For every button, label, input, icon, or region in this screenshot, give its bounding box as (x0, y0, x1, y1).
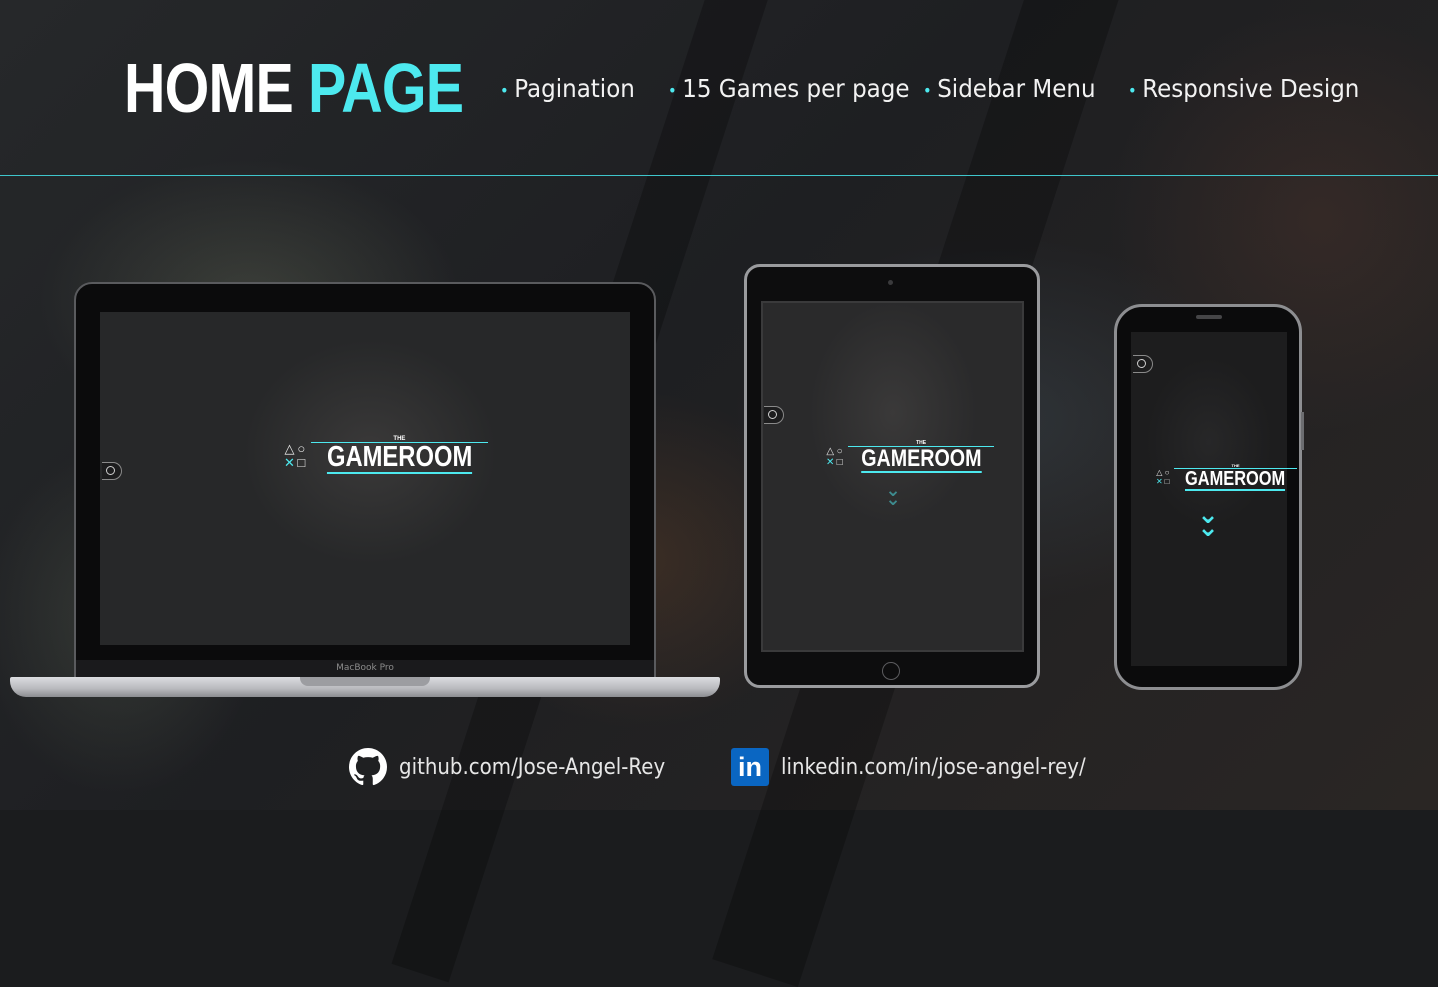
chevron-down-icon[interactable]: ⌄ ⌄ (880, 481, 906, 508)
feature-pagination: • Pagination (500, 74, 635, 103)
title-page: PAGE (308, 49, 464, 127)
logo-name: GAMEROOM (326, 441, 473, 474)
phone-speaker (1196, 315, 1222, 319)
github-url: github.com/Jose-Angel-Rey (399, 754, 666, 780)
laptop-brand-label: MacBook Pro (336, 663, 394, 673)
bullet-icon: • (668, 80, 677, 100)
chevron-down-icon[interactable]: ⌄ ⌄ (1193, 501, 1223, 540)
github-link[interactable]: github.com/Jose-Angel-Rey (349, 748, 695, 786)
tablet-screen (761, 301, 1024, 652)
feature-sidebar-menu: • Sidebar Menu (923, 74, 1096, 103)
logo-name: GAMEROOM (860, 445, 982, 473)
gameroom-logo: △ ○ ✕ □ THE GAMEROOM (826, 441, 995, 473)
gameroom-logo: △ ○ ✕ □ THE GAMEROOM (284, 436, 489, 474)
menu-toggle-icon[interactable] (102, 462, 122, 480)
linkedin-icon: in (731, 748, 769, 786)
playstation-shapes-icon: △ ○ ✕ □ (1156, 468, 1170, 486)
logo-name: GAMEROOM (1185, 468, 1286, 491)
linkedin-link[interactable]: in linkedin.com/in/jose-angel-rey/ (731, 748, 1120, 786)
linkedin-url: linkedin.com/in/jose-angel-rey/ (781, 754, 1086, 780)
tablet-camera (888, 280, 893, 285)
feature-games-per-page: • 15 Games per page (668, 74, 910, 103)
playstation-shapes-icon: △ ○ ✕ □ (826, 445, 843, 468)
page-title: HOME PAGE (124, 46, 464, 130)
phone-side-button (1301, 412, 1304, 450)
feature-responsive-design: • Responsive Design (1128, 74, 1360, 103)
menu-toggle-icon[interactable] (1133, 355, 1153, 373)
laptop-screen (100, 312, 630, 645)
tablet-home-button (882, 662, 900, 680)
header-divider (0, 175, 1438, 176)
laptop-notch (300, 677, 430, 686)
gameroom-logo: △ ○ ✕ □ THE GAMEROOM (1156, 464, 1297, 491)
playstation-shapes-icon: △ ○ ✕ □ (284, 440, 306, 470)
github-icon (349, 748, 387, 786)
bullet-icon: • (500, 80, 509, 100)
title-home: HOME (124, 49, 294, 127)
bullet-icon: • (923, 80, 932, 100)
menu-toggle-icon[interactable] (764, 406, 784, 424)
bullet-icon: • (1128, 80, 1137, 100)
